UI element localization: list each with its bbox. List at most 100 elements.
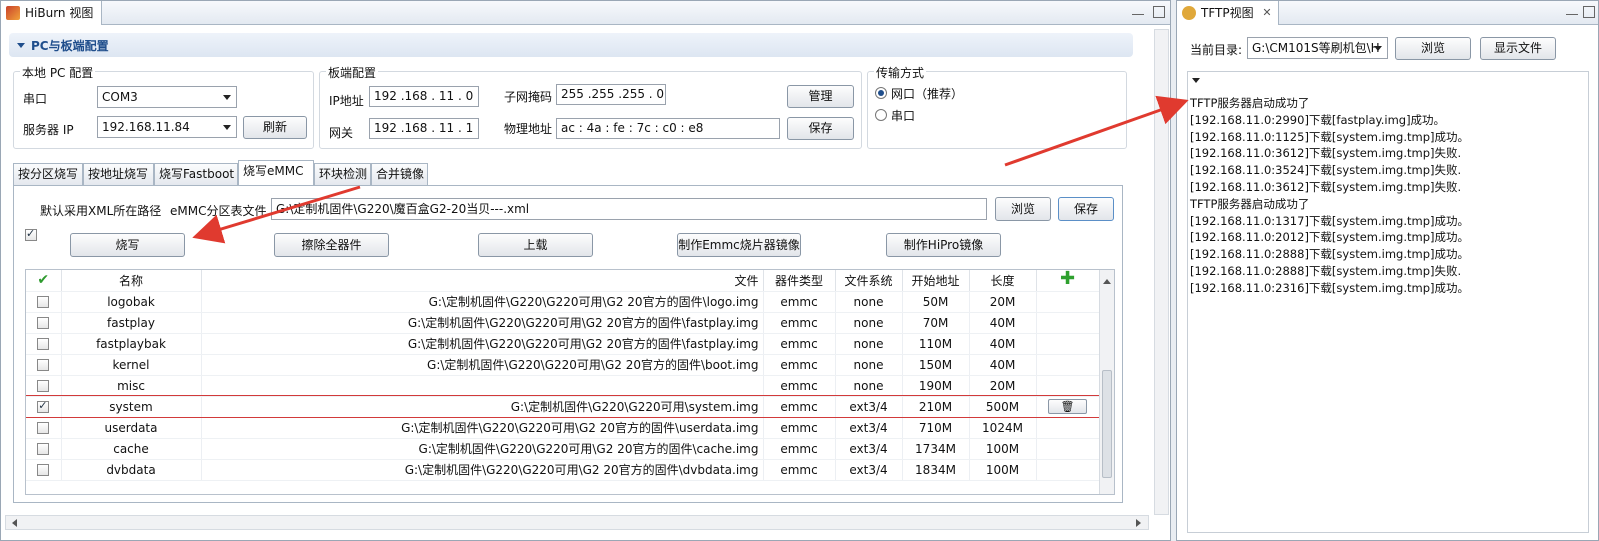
trash-icon[interactable]: 🗑: [1047, 399, 1088, 414]
close-icon[interactable]: ✕: [1262, 1, 1271, 25]
server-ip-select-value: 192.168.11.84: [102, 120, 190, 134]
current-dir-label: 当前目录:: [1190, 43, 1243, 57]
select-all-header[interactable]: ✔: [26, 270, 62, 292]
row-checkbox-cell[interactable]: [26, 375, 62, 397]
table-row[interactable]: dvbdata G:\定制机固件\G220\G220可用\G2 20官方的固件\d…: [26, 459, 1100, 481]
hiburn-hscrollbar[interactable]: [5, 515, 1149, 530]
scroll-up-icon[interactable]: [1103, 275, 1111, 284]
collapse-triangle-icon[interactable]: [17, 43, 25, 52]
row-checkbox-cell[interactable]: [26, 291, 62, 313]
table-row[interactable]: fastplay G:\定制机固件\G220\G220可用\G2 20官方的固件\…: [26, 312, 1100, 334]
section-header[interactable]: PC与板端配置: [9, 33, 1133, 57]
tab-emmc-burn[interactable]: 烧写eMMC: [238, 160, 314, 186]
scrollbar-thumb[interactable]: [1102, 370, 1112, 478]
default-xml-checkbox[interactable]: [25, 227, 37, 241]
table-scrollbar[interactable]: [1099, 270, 1114, 494]
gateway-field[interactable]: 192 .168 . 11 . 1: [369, 118, 479, 139]
row-checkbox[interactable]: [37, 380, 50, 392]
start-column-header[interactable]: 开始地址: [902, 270, 970, 292]
tftp-view-tab[interactable]: TFTP视图 ✕: [1177, 1, 1279, 25]
tab-partition-burn[interactable]: 按分区烧写: [13, 163, 83, 185]
row-checkbox[interactable]: [37, 359, 50, 371]
ip-field[interactable]: 192 .168 . 11 . 0: [369, 86, 479, 107]
row-action-cell: [1036, 291, 1100, 313]
tab-merge-image[interactable]: 合并镜像: [371, 163, 428, 185]
mask-field[interactable]: 255 .255 .255 . 0: [556, 84, 666, 105]
row-checkbox-cell[interactable]: [26, 333, 62, 355]
hiburn-view-tab[interactable]: HiBurn 视图: [1, 1, 103, 25]
log-line: [192.168.11.0:2888]下载[system.img.tmp]失败.: [1190, 263, 1462, 278]
row-checkbox-cell[interactable]: [26, 459, 62, 481]
row-type: emmc: [763, 459, 836, 481]
upload-button[interactable]: 上载: [478, 233, 593, 257]
tab-block-check[interactable]: 环块检测: [314, 163, 371, 185]
add-row-header[interactable]: ✚: [1036, 270, 1100, 292]
table-row[interactable]: userdata G:\定制机固件\G220\G220可用\G2 20官方的固件\…: [26, 417, 1100, 439]
refresh-button[interactable]: 刷新: [243, 116, 307, 139]
row-checkbox[interactable]: [37, 464, 50, 476]
xml-path-field[interactable]: G:\定制机固件\G220\魔百盒G2-20当贝---.xml: [271, 198, 987, 220]
scroll-right-icon[interactable]: [1136, 519, 1145, 527]
table-row[interactable]: logobak G:\定制机固件\G220\G220可用\G2 20官方的固件\l…: [26, 291, 1100, 313]
row-fs: ext3/4: [835, 396, 903, 418]
tab-address-burn[interactable]: 按地址烧写: [83, 163, 154, 185]
row-checkbox-cell[interactable]: [26, 354, 62, 376]
tftp-browse-button[interactable]: 浏览: [1395, 37, 1471, 60]
tftp-minimize-icon[interactable]: [1566, 14, 1578, 17]
length-column-header[interactable]: 长度: [969, 270, 1037, 292]
row-name: misc: [61, 375, 202, 397]
row-checkbox[interactable]: [37, 296, 50, 308]
scroll-left-icon[interactable]: [8, 519, 17, 527]
minimize-icon[interactable]: [1132, 14, 1144, 17]
xml-save-button[interactable]: 保存: [1058, 197, 1114, 221]
fs-column-header[interactable]: 文件系统: [835, 270, 903, 292]
tab-fastboot-burn[interactable]: 烧写Fastboot: [154, 163, 238, 185]
table-row[interactable]: cache G:\定制机固件\G220\G220可用\G2 20官方的固件\cac…: [26, 438, 1100, 460]
row-checkbox[interactable]: [37, 443, 50, 455]
log-line: [192.168.11.0:3524]下载[system.img.tmp]失败.: [1190, 163, 1462, 178]
table-row[interactable]: fastplaybak G:\定制机固件\G220\G220可用\G2 20官方的…: [26, 333, 1100, 355]
serial-radio[interactable]: [875, 109, 887, 121]
tftp-view: TFTP视图 ✕ 当前目录: G:\CM101S等刷机包\H 浏览 显示文件 T…: [1176, 0, 1599, 541]
type-column-header[interactable]: 器件类型: [763, 270, 836, 292]
add-icon[interactable]: ✚: [1060, 270, 1075, 289]
make-hipro-image-button[interactable]: 制作HiPro镜像: [886, 233, 1001, 257]
show-files-button[interactable]: 显示文件: [1480, 37, 1556, 60]
mac-field[interactable]: ac : 4a : fe : 7c : c0 : e8: [556, 118, 780, 139]
mask-label: 子网掩码: [504, 90, 553, 104]
row-type: emmc: [763, 291, 836, 313]
log-collapse-icon[interactable]: [1192, 78, 1200, 87]
row-length: 500M: [969, 396, 1037, 418]
row-checkbox-cell[interactable]: [26, 438, 62, 460]
row-checkbox[interactable]: [37, 399, 50, 413]
port-select[interactable]: COM3: [97, 86, 237, 108]
burn-button[interactable]: 烧写: [70, 233, 185, 257]
table-row[interactable]: kernel G:\定制机固件\G220\G220可用\G2 20官方的固件\bo…: [26, 354, 1100, 376]
name-column-header[interactable]: 名称: [61, 270, 202, 292]
file-column-header[interactable]: 文件: [201, 270, 764, 292]
log-line: [192.168.11.0:2316]下载[system.img.tmp]成功。: [1190, 280, 1469, 295]
table-row[interactable]: misc emmc none 190M 20M: [26, 375, 1100, 397]
network-radio[interactable]: [875, 87, 887, 99]
make-emmc-image-button[interactable]: 制作Emmc烧片器镜像: [677, 233, 801, 257]
manage-button[interactable]: 管理: [787, 85, 854, 108]
row-checkbox[interactable]: [37, 422, 50, 434]
row-name: fastplay: [61, 312, 202, 334]
row-checkbox-cell[interactable]: [26, 417, 62, 439]
tftp-maximize-icon[interactable]: [1583, 6, 1595, 18]
xml-browse-button[interactable]: 浏览: [995, 197, 1051, 221]
row-checkbox[interactable]: [37, 338, 50, 350]
row-checkbox[interactable]: [37, 317, 50, 329]
row-file: G:\定制机固件\G220\G220可用\G2 20官方的固件\cache.im…: [201, 438, 764, 460]
current-dir-select[interactable]: G:\CM101S等刷机包\H: [1247, 37, 1388, 59]
maximize-icon[interactable]: [1153, 6, 1165, 18]
server-ip-select[interactable]: 192.168.11.84: [97, 116, 237, 138]
board-save-button[interactable]: 保存: [787, 117, 854, 140]
row-fs: none: [835, 312, 903, 334]
hiburn-vscrollbar[interactable]: [1154, 29, 1169, 515]
erase-all-button[interactable]: 擦除全器件: [274, 233, 389, 257]
row-action-cell: 🗑: [1036, 396, 1100, 418]
table-row[interactable]: systemG:\定制机固件\G220\G220可用\system.imgemm…: [26, 395, 1100, 418]
row-checkbox-cell[interactable]: [26, 396, 62, 418]
row-checkbox-cell[interactable]: [26, 312, 62, 334]
